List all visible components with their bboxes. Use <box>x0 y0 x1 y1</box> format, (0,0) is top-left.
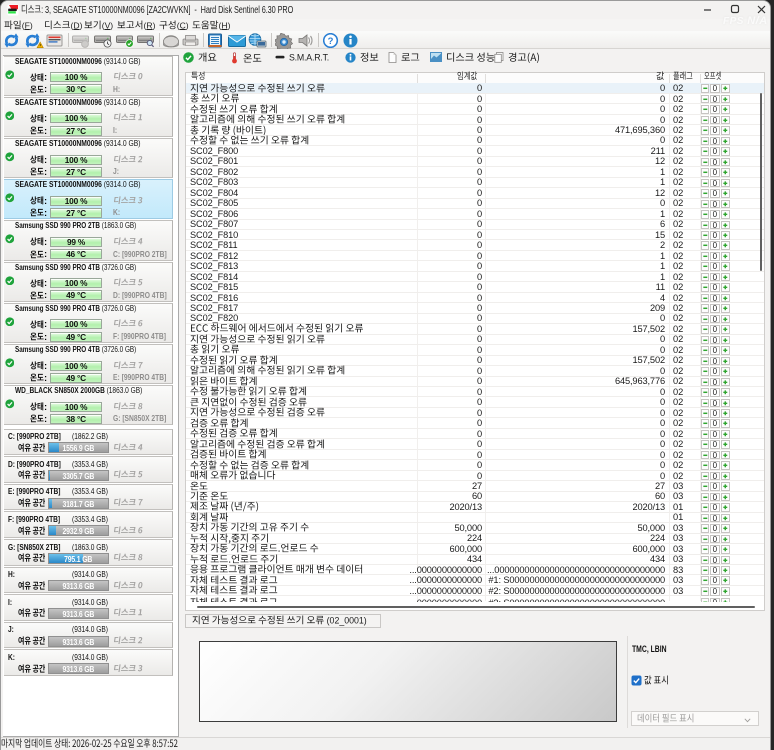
svg-text:?: ? <box>328 36 334 47</box>
